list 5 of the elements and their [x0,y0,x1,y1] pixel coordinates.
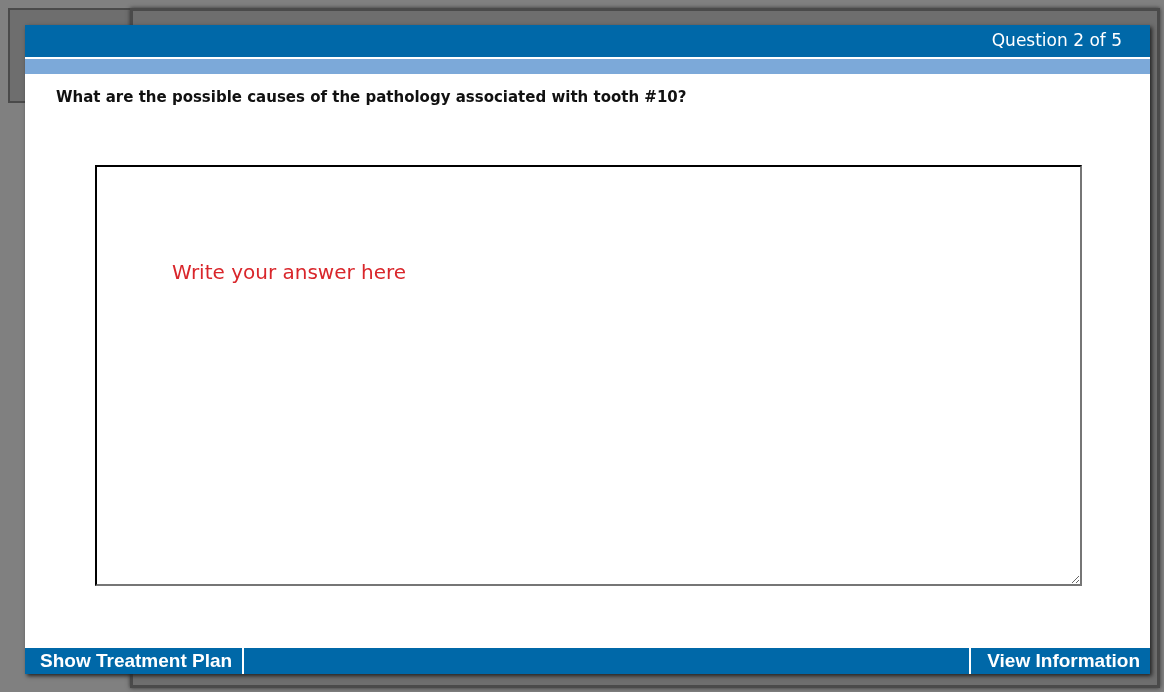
footer-button[interactable]: View Information [969,648,1150,674]
answer-field[interactable]: Write your answer here [95,164,1082,586]
footer-button[interactable]: Show Treatment Plan [25,648,245,674]
question-counter: Question 2 of 5 [991,29,1122,53]
question-text: What are the possible causes of the pathology associated with tooth #10? [55,87,688,108]
